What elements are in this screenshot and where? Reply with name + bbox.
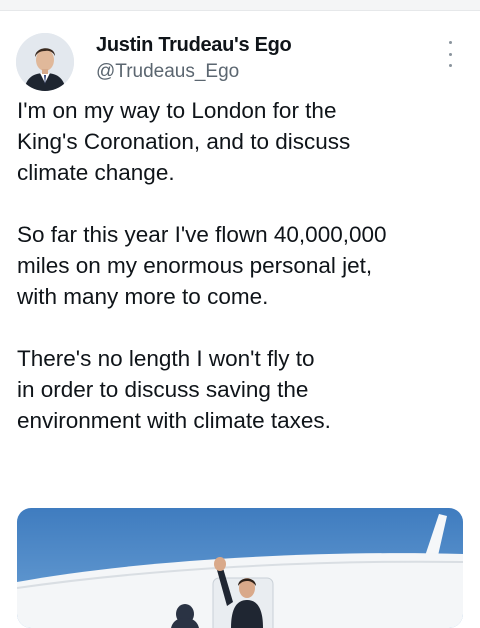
user-handle[interactable]: @Trudeaus_Ego: [96, 60, 291, 84]
top-divider: [0, 0, 480, 11]
more-dot: [448, 52, 452, 56]
more-icon[interactable]: [440, 39, 460, 69]
avatar-image: [16, 33, 74, 91]
photo-jet-image: [17, 508, 463, 628]
avatar[interactable]: [16, 33, 74, 91]
tweet-paragraph: So far this year I've flown 40,000,000 m…: [17, 222, 387, 309]
tweet-card: Justin Trudeau's Ego @Trudeaus_Ego I'm o…: [0, 11, 480, 628]
more-dot: [448, 64, 452, 67]
tweet-photo[interactable]: [17, 508, 463, 628]
display-name[interactable]: Justin Trudeau's Ego: [96, 33, 292, 57]
tweet-text: I'm on my way to London for the King's C…: [17, 95, 467, 467]
more-dot: [448, 41, 452, 44]
tweet-paragraph: There's no length I won't fly to in orde…: [17, 346, 331, 433]
tweet-paragraph: I'm on my way to London for the King's C…: [17, 98, 351, 185]
author-block: Justin Trudeau's Ego @Trudeaus_Ego: [96, 33, 292, 84]
